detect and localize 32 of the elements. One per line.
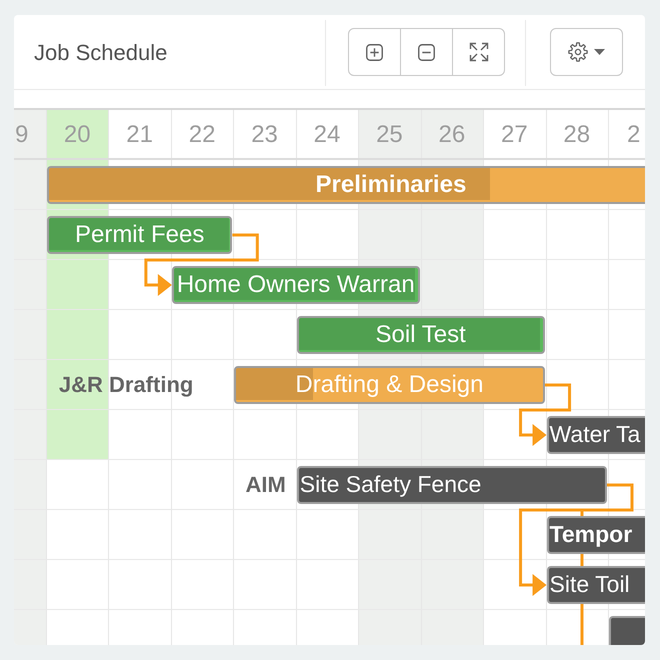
resource-label: J&R Drafting — [58, 372, 194, 398]
day-number: 9 — [15, 123, 28, 147]
settings-button[interactable] — [550, 28, 623, 76]
day-number: 25 — [376, 123, 403, 147]
zoom-out-button[interactable] — [400, 28, 453, 76]
task-name: Water Ta — [550, 422, 640, 448]
day-number: 26 — [438, 123, 466, 147]
task-name: Tempor — [550, 522, 632, 548]
day-number: 20 — [64, 123, 91, 147]
expand-icon — [468, 42, 488, 62]
task-name: Site Toil — [550, 572, 630, 598]
day-number: 23 — [251, 123, 278, 147]
fullscreen-button[interactable] — [452, 28, 505, 76]
task-name: Drafting & Design — [295, 372, 484, 398]
minus-square-icon — [418, 44, 435, 60]
plus-square-icon — [366, 44, 383, 60]
day-number: 21 — [126, 123, 153, 147]
task-name: Preliminaries — [316, 172, 466, 198]
day-number: 24 — [314, 123, 340, 147]
caret-icon — [594, 49, 605, 55]
day-number: 2 — [626, 123, 640, 147]
day-number: 27 — [500, 123, 528, 147]
resource-label: AIM — [245, 472, 286, 498]
task-name: Home Owners Warran — [176, 272, 415, 298]
zoom-in-button[interactable] — [348, 28, 401, 76]
day-number: 22 — [188, 123, 216, 147]
task-name: Soil Test — [376, 322, 466, 348]
day-number: 28 — [563, 123, 590, 147]
page-title: Job Schedule — [34, 40, 168, 64]
task-name: Site Safety Fence — [300, 472, 482, 498]
task-name: Permit Fees — [74, 222, 204, 248]
gear-icon — [568, 42, 588, 62]
